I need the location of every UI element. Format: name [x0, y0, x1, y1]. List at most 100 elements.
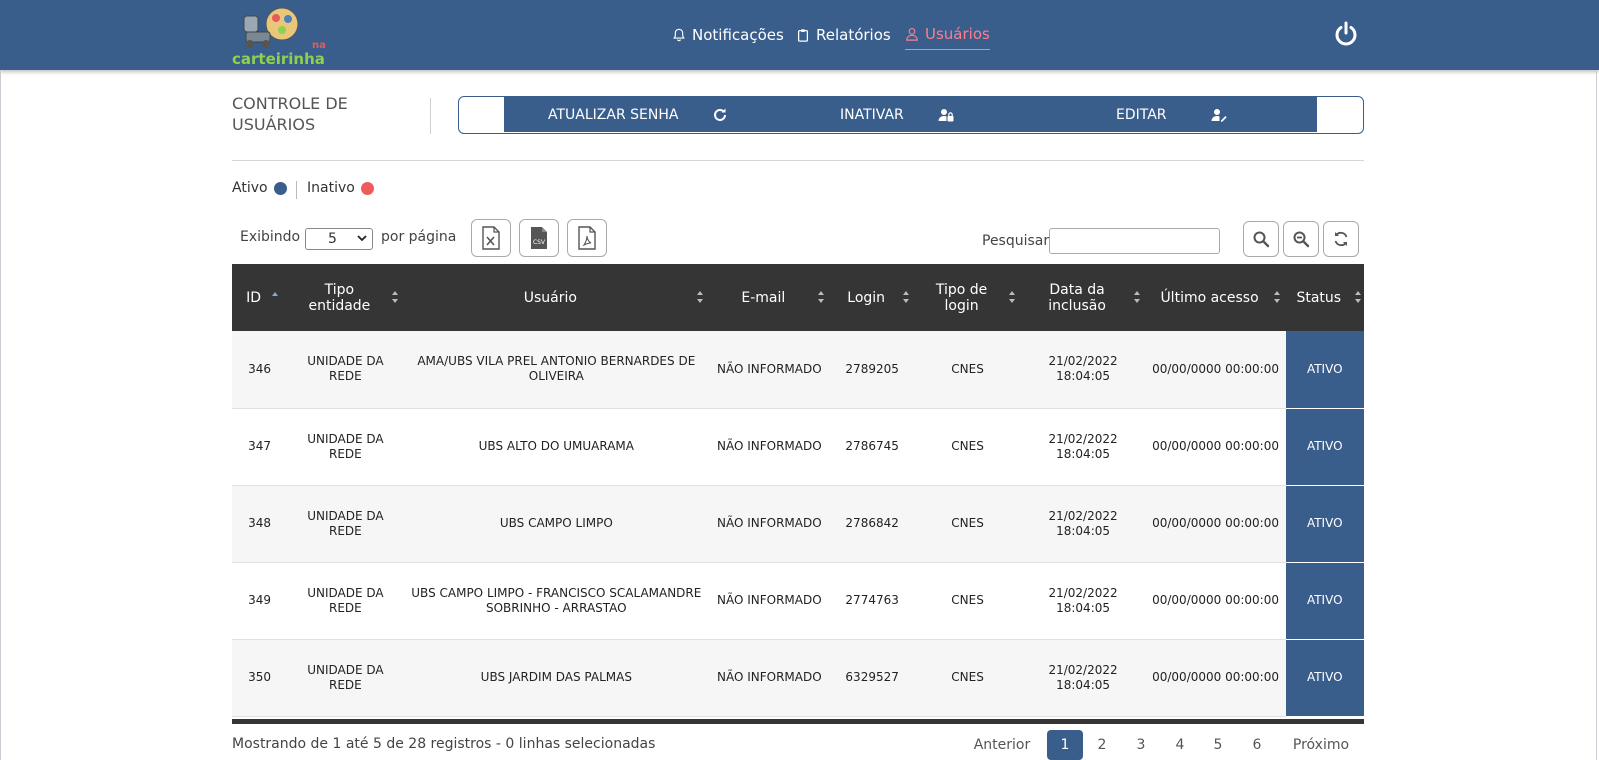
clear-search-button[interactable] [1283, 221, 1319, 257]
table-row[interactable]: 347 UNIDADE DA REDE UBS ALTO DO UMUARAMA… [232, 408, 1364, 486]
column-header-login[interactable]: Login [829, 264, 915, 331]
export-excel-button[interactable] [471, 219, 511, 257]
table-row[interactable]: 350 UNIDADE DA REDE UBS JARDIM DAS PALMA… [232, 639, 1364, 717]
column-header-email[interactable]: E-mail [708, 264, 830, 331]
search-button[interactable] [1243, 221, 1279, 257]
pagination-previous[interactable]: Anterior [970, 730, 1034, 760]
cell-data-inclusao: 21/02/2022 18:04:05 [1020, 639, 1146, 717]
pagination-page-6[interactable]: 6 [1239, 730, 1275, 760]
edit-button[interactable]: EDITAR [1116, 97, 1227, 132]
users-table: ID Tipo entidade Usuário E-mail Login Ti… [232, 264, 1364, 717]
update-password-button[interactable]: ATUALIZAR SENHA [548, 97, 728, 132]
nav-usuarios[interactable]: Usuários [905, 22, 990, 50]
status-badge: ATIVO [1285, 408, 1364, 486]
search-icon [1253, 231, 1270, 248]
sort-icon [1355, 291, 1361, 303]
column-header-id[interactable]: ID [232, 264, 288, 331]
column-header-tipo-entidade[interactable]: Tipo entidade [287, 264, 404, 331]
export-csv-button[interactable]: CSV [519, 219, 559, 257]
status-badge: ATIVO [1285, 639, 1364, 717]
power-icon[interactable] [1332, 20, 1360, 48]
csv-file-icon: CSV [531, 227, 547, 249]
sort-icon [1133, 291, 1140, 303]
user-icon [906, 27, 918, 41]
svg-text:CSV: CSV [533, 239, 546, 246]
table-footer-bar [232, 719, 1364, 724]
deactivate-label: INATIVAR [840, 106, 904, 123]
action-bar: ATUALIZAR SENHA INATIVAR EDITAR [504, 97, 1317, 132]
cell-id: 346 [232, 331, 288, 409]
cell-usuario: UBS CAMPO LIMPO [403, 485, 709, 563]
cell-email: NÃO INFORMADO [708, 485, 830, 563]
cell-login: 2789205 [829, 331, 915, 409]
pagination-page-3[interactable]: 3 [1123, 730, 1159, 760]
column-header-status[interactable]: Status [1285, 264, 1364, 331]
cell-ultimo-acesso: 00/00/0000 00:00:00 [1145, 639, 1286, 717]
records-info: Mostrando de 1 até 5 de 28 registros - 0… [232, 736, 656, 752]
legend-inactive-label: Inativo [307, 180, 355, 196]
cell-login: 6329527 [829, 639, 915, 717]
cell-tipo-entidade: UNIDADE DA REDE [287, 562, 404, 640]
cell-login: 2786842 [829, 485, 915, 563]
cell-usuario: UBS CAMPO LIMPO - FRANCISCO SCALAMANDRE … [403, 562, 709, 640]
refresh-icon [1334, 231, 1348, 247]
pagination-page-1[interactable]: 1 [1047, 730, 1083, 760]
deactivate-button[interactable]: INATIVAR [840, 97, 954, 132]
nav-relatorios[interactable]: Relatórios [796, 24, 891, 46]
logo-brand-text: carteirinha [232, 50, 325, 68]
legend-separator [296, 181, 297, 199]
legend-active-label: Ativo [232, 180, 268, 196]
active-dot-icon [273, 181, 287, 195]
section-divider [232, 160, 1364, 161]
legend-inactive: Inativo [307, 180, 374, 196]
left-border [0, 70, 1, 760]
export-pdf-button[interactable] [567, 219, 607, 257]
column-header-tipo-login[interactable]: Tipo de login [914, 264, 1021, 331]
table-row[interactable]: 348 UNIDADE DA REDE UBS CAMPO LIMPO NÃO … [232, 485, 1364, 563]
cell-usuario: AMA/UBS VILA PREL ANTONIO BERNARDES DE O… [403, 331, 709, 409]
update-password-label: ATUALIZAR SENHA [548, 106, 679, 123]
search-input[interactable] [1049, 228, 1220, 254]
page-size-value: 5 [328, 231, 337, 247]
column-header-data-inclusao[interactable]: Data da inclusão [1020, 264, 1146, 331]
title-divider [430, 98, 431, 134]
cell-email: NÃO INFORMADO [708, 562, 830, 640]
cell-login: 2774763 [829, 562, 915, 640]
reload-button[interactable] [1323, 221, 1359, 257]
cell-email: NÃO INFORMADO [708, 639, 830, 717]
clipboard-icon [798, 29, 808, 42]
per-page-label: por página [381, 229, 457, 245]
nav-notificacoes[interactable]: Notificações [672, 24, 784, 46]
column-header-ultimo-acesso[interactable]: Último acesso [1145, 264, 1286, 331]
excel-file-icon [482, 226, 500, 250]
cell-tipo-entidade: UNIDADE DA REDE [287, 485, 404, 563]
sort-icon [1008, 291, 1015, 303]
pagination-page-5[interactable]: 5 [1200, 730, 1236, 760]
pagination-next[interactable]: Próximo [1285, 730, 1357, 760]
cell-data-inclusao: 21/02/2022 18:04:05 [1020, 562, 1146, 640]
app-logo[interactable]: na carteirinha [232, 6, 332, 68]
status-badge: ATIVO [1285, 331, 1364, 409]
cell-tipo-login: CNES [914, 485, 1021, 563]
page-size-select[interactable]: 5 [305, 228, 373, 250]
showing-label: Exibindo [240, 229, 301, 245]
table-row[interactable]: 349 UNIDADE DA REDE UBS CAMPO LIMPO - FR… [232, 562, 1364, 640]
cell-tipo-login: CNES [914, 331, 1021, 409]
inactive-dot-icon [360, 181, 374, 195]
cell-id: 348 [232, 485, 288, 563]
column-header-usuario[interactable]: Usuário [403, 264, 709, 331]
page-title: CONTROLE DE USUÁRIOS [232, 94, 348, 134]
pagination-page-4[interactable]: 4 [1162, 730, 1198, 760]
cell-id: 350 [232, 639, 288, 717]
cell-ultimo-acesso: 00/00/0000 00:00:00 [1145, 331, 1286, 409]
pagination-page-2[interactable]: 2 [1084, 730, 1120, 760]
sort-asc-icon [272, 292, 279, 296]
action-toolbar: ATUALIZAR SENHA INATIVAR EDITAR [458, 96, 1364, 134]
cell-tipo-login: CNES [914, 639, 1021, 717]
cell-tipo-entidade: UNIDADE DA REDE [287, 639, 404, 717]
refresh-icon [714, 108, 727, 121]
status-badge: ATIVO [1285, 562, 1364, 640]
legend-active: Ativo [232, 180, 287, 196]
table-row[interactable]: 346 UNIDADE DA REDE AMA/UBS VILA PREL AN… [232, 331, 1364, 409]
top-navbar: na carteirinha Notificações Relatórios U… [0, 0, 1599, 70]
